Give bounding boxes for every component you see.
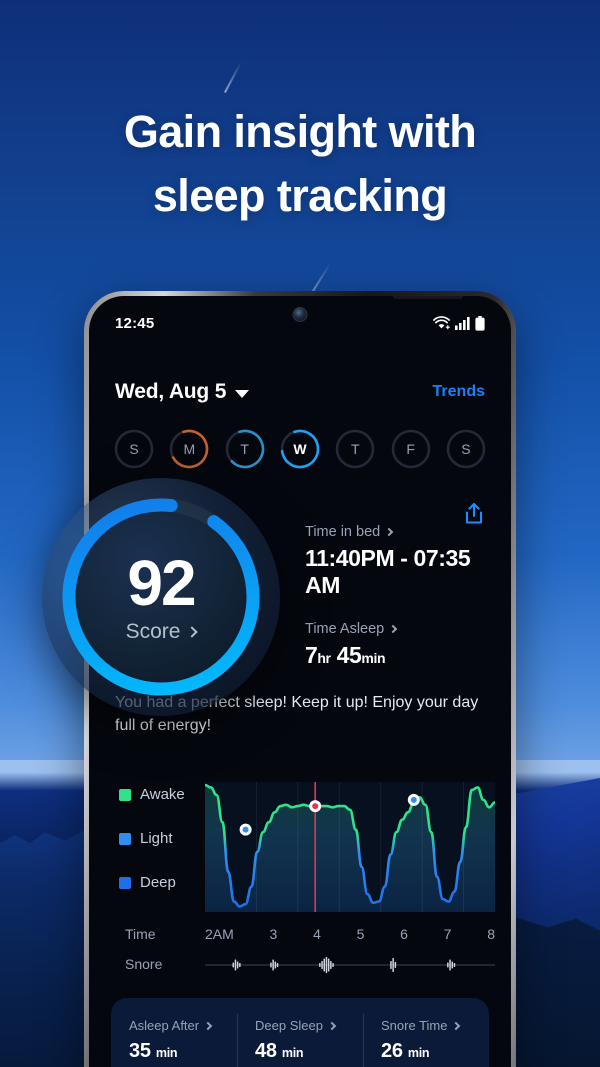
chart-x-axis: Time 2AM 3 4 5 6 7 8 (93, 920, 507, 948)
day-letter: T (240, 441, 249, 457)
date-selector[interactable]: Wed, Aug 5 (115, 380, 250, 404)
day-circle-f-5[interactable]: F (390, 428, 432, 470)
legend-item-light: Light (119, 830, 185, 847)
day-letter: F (406, 441, 415, 457)
status-icons (433, 315, 485, 331)
chevron-right-icon (186, 626, 199, 638)
day-circle-t-4[interactable]: T (334, 428, 376, 470)
day-circle-w-3[interactable]: W (279, 428, 321, 470)
day-letter: S (461, 441, 471, 457)
stat-value: 48 min (255, 1040, 304, 1062)
axis-tick: 4 (313, 926, 321, 942)
snore-track[interactable] (205, 952, 495, 978)
stat-unit: min (281, 1046, 304, 1060)
chevron-down-icon (235, 389, 250, 398)
time-asleep-row[interactable]: Time Asleep (305, 621, 507, 637)
chevron-right-icon (452, 1021, 461, 1030)
cellular-signal-icon (455, 317, 470, 330)
share-icon (465, 502, 483, 524)
app-header: Wed, Aug 5 Trends (93, 372, 507, 412)
score-value: 92 (127, 547, 196, 619)
day-letter: T (351, 441, 360, 457)
axis-tick: 8 (487, 926, 495, 942)
stat-snore-time[interactable]: Snore Time 26 min (363, 998, 489, 1067)
stat-label-text: Asleep After (129, 1018, 200, 1033)
day-circle-s-6[interactable]: S (445, 428, 487, 470)
day-letter: W (293, 441, 307, 457)
chevron-right-icon (327, 1021, 337, 1030)
asleep-minutes-unit: min (361, 650, 386, 666)
selected-date: Wed, Aug 5 (115, 380, 227, 403)
axis-tick: 7 (443, 926, 452, 942)
chevron-right-icon (203, 1021, 213, 1030)
headline-line-2: sleep tracking (152, 169, 448, 221)
stat-value: 26 min (381, 1040, 430, 1062)
snore-row: Snore (93, 952, 507, 982)
snore-waveform-icon (205, 957, 495, 973)
phone-top-button (393, 296, 463, 299)
axis-tick: 5 (356, 926, 365, 942)
axis-tick: 2AM (205, 926, 234, 942)
time-in-bed-label: Time in bed (305, 524, 381, 540)
stat-label: Asleep After (129, 1018, 237, 1033)
stats-card: Asleep After 35 min Deep Sleep 48 min Snore … (111, 998, 489, 1067)
stat-value: 35 min (129, 1040, 178, 1062)
headline-line-1: Gain insight with (123, 106, 477, 157)
stat-unit: min (407, 1046, 430, 1060)
legend-swatch-icon (119, 832, 131, 845)
legend-swatch-icon (119, 788, 131, 801)
day-circle-t-2[interactable]: T (224, 428, 266, 470)
stat-label: Snore Time (381, 1018, 489, 1033)
day-circle-s-0[interactable]: S (113, 428, 155, 470)
legend-label: Awake (140, 786, 185, 803)
chart-legend: Awake Light Deep (119, 786, 185, 918)
time-axis-label: Time (125, 926, 156, 942)
axis-tick: 6 (400, 926, 408, 942)
front-camera-icon (292, 307, 308, 322)
legend-item-awake: Awake (119, 786, 185, 803)
snore-label: Snore (125, 956, 163, 972)
legend-item-deep: Deep (119, 874, 185, 891)
page-title: Gain insight with sleep tracking (0, 100, 600, 228)
status-time: 12:45 (115, 314, 155, 332)
time-asleep-label: Time Asleep (305, 621, 385, 637)
legend-swatch-icon (119, 876, 131, 889)
day-strip: SMTWTFS (93, 428, 507, 470)
time-in-bed-value: 11:40PM - 07:35 AM (305, 545, 471, 598)
stat-label-text: Deep Sleep (255, 1018, 323, 1033)
stat-asleep-after[interactable]: Asleep After 35 min (111, 998, 237, 1067)
time-in-bed-row[interactable]: Time in bed (305, 524, 507, 540)
trends-link[interactable]: Trends (433, 383, 485, 401)
day-letter: M (183, 441, 196, 457)
wifi-icon (433, 316, 450, 330)
day-letter: S (129, 441, 139, 457)
score-label: Score (125, 620, 181, 643)
time-asleep-value: 7hr 45min (305, 642, 507, 669)
axis-tick: 3 (269, 926, 278, 942)
stat-label: Deep Sleep (255, 1018, 363, 1033)
chevron-right-icon (384, 527, 394, 537)
stat-label-text: Snore Time (381, 1018, 448, 1033)
score-label-row[interactable]: Score (42, 620, 280, 644)
stat-deep-sleep[interactable]: Deep Sleep 48 min (237, 998, 363, 1067)
asleep-hours-unit: hr (317, 650, 331, 666)
legend-label: Deep (140, 874, 176, 891)
sleep-score-widget[interactable]: 92 Score (42, 478, 280, 716)
legend-label: Light (140, 830, 173, 847)
sleep-curve-svg (203, 782, 497, 912)
asleep-hours: 7 (305, 642, 318, 668)
chevron-right-icon (389, 624, 398, 634)
battery-icon (475, 315, 485, 331)
summary-values: Time in bed 11:40PM - 07:35 AM Time Asle… (305, 524, 507, 691)
asleep-minutes: 45 (336, 642, 362, 668)
day-circle-m-1[interactable]: M (168, 428, 210, 470)
stat-unit: min (155, 1046, 178, 1060)
time-axis-ticks: 2AM 3 4 5 6 7 8 (205, 926, 495, 942)
sleep-stage-graph[interactable] (203, 782, 497, 912)
